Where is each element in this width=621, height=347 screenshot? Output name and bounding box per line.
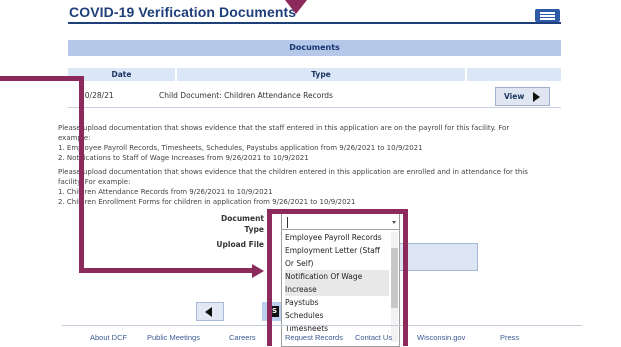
annotation-arrow-down	[285, 0, 307, 14]
footer-link-about[interactable]: About DCF	[90, 333, 127, 342]
footer-link-wisconsin-gov[interactable]: Wisconsin.gov	[417, 333, 465, 342]
staff-instruction-line: 2. Notifications to Staff of Wage Increa…	[58, 154, 309, 162]
document-type-label-2: Type	[244, 225, 264, 234]
title-divider	[68, 22, 561, 24]
document-type-label: Document	[221, 214, 264, 223]
page-title: COVID-19 Verification Documents	[69, 4, 297, 20]
staff-instruction-line: example:	[58, 134, 91, 142]
staff-instruction-line: Please upload documentation that shows e…	[58, 124, 510, 132]
row-type: Child Document: Children Attendance Reco…	[159, 91, 333, 100]
staff-instruction-line: 1. Employee Payroll Records, Timesheets,…	[58, 144, 423, 152]
back-button[interactable]	[196, 302, 224, 321]
children-instruction-line: facility. For example:	[58, 178, 131, 186]
menu-button[interactable]	[535, 9, 560, 22]
column-header-action	[467, 68, 561, 81]
column-header-type: Type	[177, 68, 465, 81]
play-triangle-icon	[533, 92, 540, 102]
hamburger-icon-bar	[540, 18, 555, 20]
footer-link-press[interactable]: Press	[500, 333, 519, 342]
hamburger-icon	[540, 12, 555, 14]
hamburger-icon-bar	[540, 15, 555, 17]
children-instruction-line: 2. Children Enrollment Forms for childre…	[58, 198, 356, 206]
annotation-line	[0, 76, 84, 81]
view-button[interactable]: View	[495, 87, 550, 106]
documents-header: Documents	[68, 40, 561, 56]
footer-link-public-meetings[interactable]: Public Meetings	[147, 333, 200, 342]
row-date: 10/28/21	[80, 91, 114, 100]
annotation-line	[79, 268, 257, 273]
footer-link-careers[interactable]: Careers	[229, 333, 256, 342]
column-header-date: Date	[68, 68, 175, 81]
annotation-arrowhead	[252, 264, 264, 278]
left-triangle-icon	[205, 307, 212, 317]
children-instruction-line: 1. Children Attendance Records from 9/26…	[58, 188, 273, 196]
annotation-line	[79, 76, 84, 273]
annotation-highlight-box	[267, 209, 408, 346]
upload-file-label: Upload File	[216, 240, 264, 249]
children-instruction-line: Please upload documentation that shows e…	[58, 168, 528, 176]
view-button-label: View	[504, 92, 525, 101]
